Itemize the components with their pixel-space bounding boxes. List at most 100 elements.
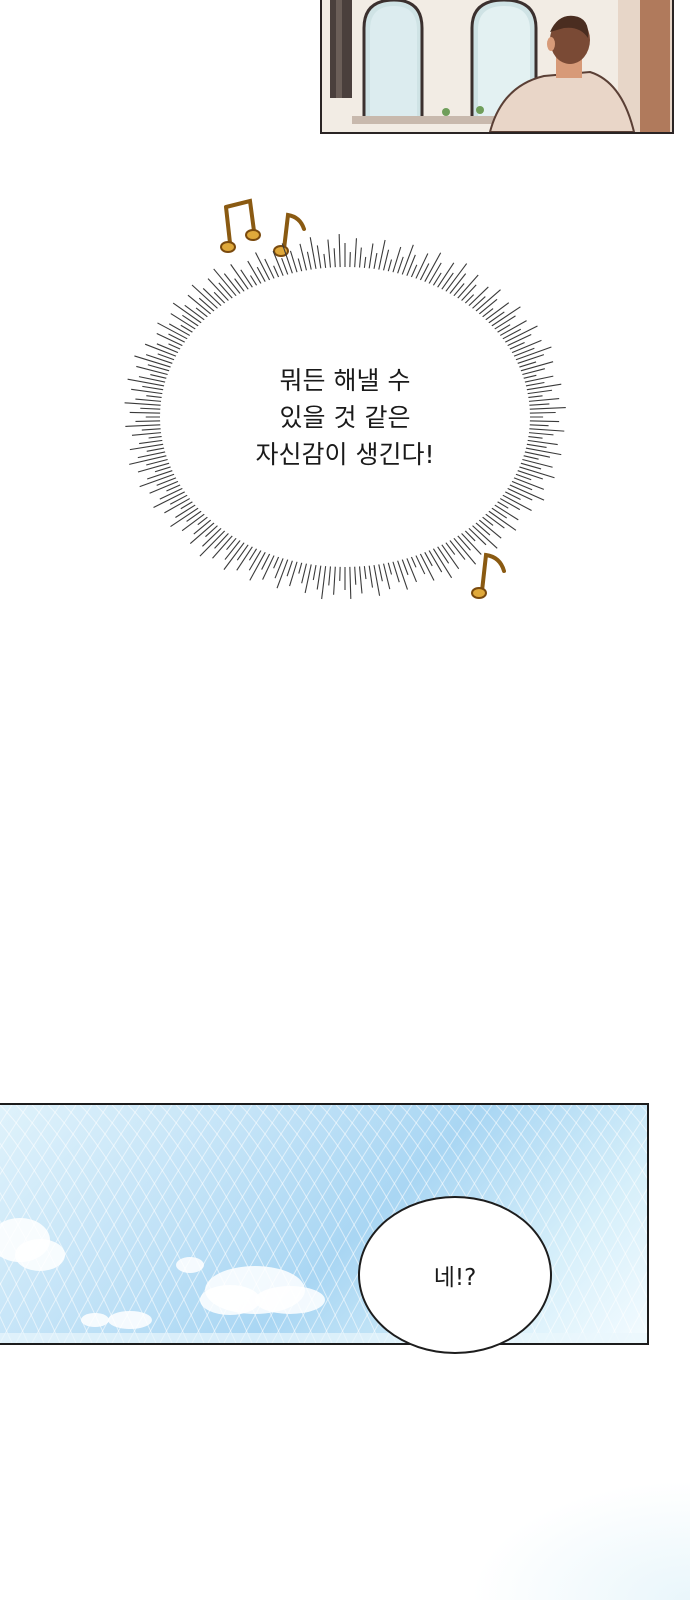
burst-ray — [327, 239, 332, 271]
burst-ray — [156, 476, 179, 486]
burst-ray — [289, 558, 299, 587]
burst-ray — [514, 469, 543, 480]
burst-ray — [353, 238, 358, 271]
burst-ray — [182, 314, 201, 328]
burst-ray — [525, 431, 554, 436]
burst-ray — [526, 403, 550, 407]
burst-ray — [135, 420, 164, 423]
burst-ray — [469, 296, 486, 311]
burst-ray — [137, 461, 173, 473]
burst-ray — [191, 284, 221, 311]
burst-ray — [131, 431, 165, 436]
burst-ray — [489, 506, 508, 519]
burst-ray — [139, 439, 166, 445]
burst-ray — [517, 361, 554, 373]
burst-ray — [212, 533, 235, 559]
burst-ray — [129, 454, 170, 465]
burst-ray — [168, 333, 188, 344]
burst-ray — [136, 365, 171, 376]
burst-ray — [506, 483, 545, 501]
speech-bubble-text: 네!? — [433, 1265, 477, 1291]
burst-ray — [486, 311, 505, 325]
window-scene-panel — [320, 0, 674, 134]
burst-ray — [223, 539, 247, 570]
burst-ray — [509, 479, 533, 491]
burst-ray — [368, 562, 374, 588]
burst-ray — [140, 407, 164, 410]
burst-ray — [358, 563, 363, 594]
burst-line: 뭐든 해낼 수 — [279, 366, 411, 395]
burst-ray — [172, 302, 204, 325]
burst-ray — [142, 385, 167, 391]
burst-ray — [230, 264, 251, 292]
burst-ray — [405, 254, 416, 279]
burst-ray — [524, 389, 553, 395]
burst-ray — [526, 427, 565, 432]
burst-ray — [169, 493, 191, 505]
burst-ray — [511, 347, 535, 358]
burst-ray — [157, 322, 191, 341]
burst-ray — [526, 420, 560, 423]
corner-sky-fade — [470, 1480, 690, 1600]
burst-ray — [135, 398, 165, 403]
burst-ray — [276, 556, 290, 589]
burst-ray — [473, 520, 491, 536]
sky-panel — [0, 1103, 649, 1345]
burst-ray — [316, 562, 322, 590]
burst-ray — [264, 258, 276, 282]
burst-ray — [213, 268, 239, 299]
burst-ray — [486, 509, 517, 531]
burst-ray — [418, 263, 430, 283]
burst-ray — [368, 243, 374, 272]
burst-ray — [274, 555, 285, 579]
burst-ray — [525, 398, 560, 403]
burst-ray — [145, 354, 176, 365]
burst-ray — [391, 246, 402, 276]
burst-ray — [427, 262, 442, 287]
burst-ray — [124, 402, 164, 407]
burst-line: 있을 것 같은 — [279, 403, 411, 432]
burst-ray — [519, 458, 553, 468]
burst-ray — [431, 545, 453, 579]
burst-ray — [186, 509, 204, 522]
burst-ray — [483, 302, 510, 322]
burst-ray — [443, 263, 468, 295]
burst-ray — [526, 406, 566, 410]
burst-ray — [526, 411, 556, 414]
burst-ray — [146, 447, 168, 452]
burst-ray — [524, 439, 558, 446]
burst-ray — [316, 245, 322, 272]
burst-ray — [328, 563, 332, 586]
burst-ray — [156, 343, 181, 355]
burst-ray — [240, 269, 255, 290]
burst-ray — [414, 552, 426, 575]
burst-ray — [499, 493, 532, 512]
burst-ray — [131, 388, 166, 395]
burst-ray — [125, 424, 164, 427]
burst-ray — [321, 563, 327, 600]
burst-ray — [189, 520, 217, 544]
burst-ray — [306, 251, 313, 273]
burst-ray — [141, 427, 164, 431]
burst-ray — [514, 354, 545, 365]
burst-ray — [248, 547, 263, 571]
burst-ray — [353, 563, 357, 585]
burst-ray — [281, 243, 294, 277]
burst-ray — [473, 289, 501, 314]
burst-ray — [309, 237, 318, 272]
burst-ray — [358, 247, 362, 271]
burst-ray — [455, 274, 479, 301]
burst-ray — [207, 278, 231, 304]
burst-ray — [476, 517, 502, 539]
burst-ray — [236, 542, 251, 561]
burst-ray — [489, 306, 521, 328]
burst-bubble-text: 뭐든 해낼 수 있을 것 같은 자신감이 생긴다! — [205, 362, 485, 473]
burst-ray — [349, 563, 352, 599]
burst-ray — [301, 560, 308, 584]
burst-ray — [199, 528, 228, 557]
burst-ray — [170, 506, 201, 528]
burst-ray — [499, 328, 522, 341]
burst-ray — [127, 378, 168, 387]
burst-ray — [523, 443, 547, 448]
burst-line: 자신감이 생긴다! — [255, 440, 435, 469]
